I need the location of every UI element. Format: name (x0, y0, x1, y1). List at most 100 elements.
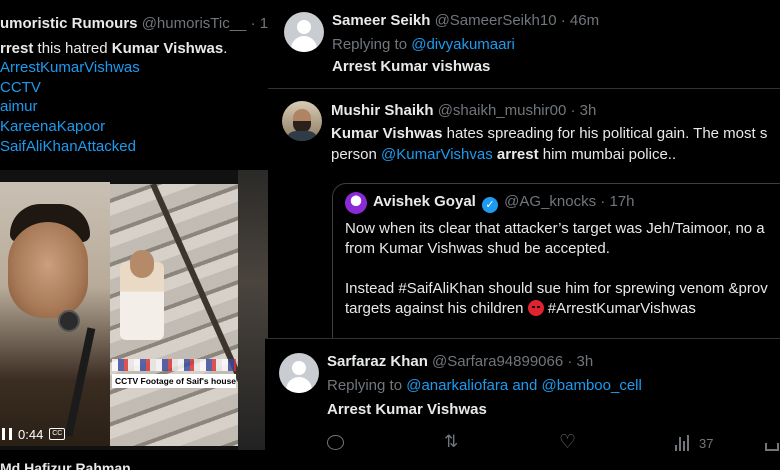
tweet-sameer[interactable]: Sameer Seikh @SameerSeikh10 · 46m Replyi… (268, 0, 780, 86)
text-bold: arrest (492, 146, 539, 163)
video-side-frame (238, 170, 268, 450)
speaker-video-frame (0, 182, 110, 446)
reply-icon (327, 435, 344, 450)
mention-link[interactable]: @anarkaliofara (406, 377, 508, 394)
cctv-caption: CCTV Footage of Saif's house (112, 374, 236, 388)
hashtag-text[interactable]: #ArrestKumarVishwas (544, 300, 696, 317)
author-handle[interactable]: @SameerSeikh10 (435, 12, 557, 29)
avatar[interactable] (282, 101, 322, 141)
text-part: him mumbai police.. (538, 146, 677, 163)
retweet-icon (443, 432, 461, 453)
mention-link[interactable]: @divyakumaari (411, 36, 515, 53)
like-button[interactable] (559, 431, 577, 453)
avatar-head (292, 361, 306, 375)
text-part: hates spreading for his political gain. … (442, 125, 768, 142)
left-time[interactable]: 1h (260, 15, 268, 32)
quoted-text-line: targets against his children #ArrestKuma… (345, 300, 696, 317)
avatar[interactable] (284, 12, 324, 52)
avatar-body (286, 377, 312, 393)
separator: · (600, 193, 606, 210)
tweet-text: Arrest Kumar vishwas (332, 58, 491, 75)
views-icon (675, 435, 693, 451)
timestamp[interactable]: 3h (577, 353, 594, 370)
hashtag-link[interactable]: KareenaKapoor (0, 118, 105, 135)
tweet-text: Arrest Kumar Vishwas (327, 401, 487, 418)
author-handle[interactable]: @Sarfara94899066 (432, 353, 563, 370)
avatar-body (291, 36, 317, 52)
avatar-head (297, 20, 311, 34)
mention-link[interactable]: @KumarVishvas (381, 146, 493, 163)
replying-label: Replying to (332, 36, 408, 53)
author-name[interactable]: Sameer Seikh (332, 12, 430, 29)
left-tweet-text: rrest this hatred Kumar Vishwas. (0, 40, 227, 57)
timestamp[interactable]: 46m (570, 12, 599, 29)
replying-label: Replying to (327, 377, 403, 394)
quoted-tweet[interactable]: Avishek Goyal ✓ @AG_knocks · 17h Now whe… (332, 183, 780, 338)
views-count: 37 (699, 435, 714, 451)
microphone-icon (58, 310, 80, 332)
avatar[interactable] (279, 353, 319, 393)
next-tweet-author[interactable]: Md Hafizur Rahman (0, 460, 131, 470)
quoted-author-handle[interactable]: @AG_knocks (504, 193, 596, 210)
left-sep: · (250, 15, 256, 32)
hashtag-link[interactable]: aimur (0, 98, 38, 115)
quoted-text-line: Now when its clear that attacker’s targe… (345, 220, 765, 237)
pause-icon[interactable] (2, 428, 12, 440)
quoted-text-line: Instead #SaifAliKhan should sue him for … (345, 280, 768, 297)
left-text-part: Kumar Vishwas (111, 40, 224, 57)
quoted-header: Avishek Goyal ✓ @AG_knocks · 17h (373, 193, 634, 213)
mention-link[interactable]: @bamboo_cell (542, 377, 642, 394)
replying-to: Replying to @anarkaliofara and @bamboo_c… (327, 377, 642, 394)
separator: · (560, 12, 566, 29)
left-text-part: this hatred (33, 40, 112, 57)
author-name[interactable]: Sarfaraz Khan (327, 353, 428, 370)
news-ticker-strip (112, 359, 236, 371)
quoted-author-name[interactable]: Avishek Goyal (373, 193, 476, 210)
hashtag-link[interactable]: CCTV (0, 79, 41, 96)
quoted-avatar[interactable] (345, 192, 367, 214)
replying-and: and (508, 377, 542, 394)
speaker-face (8, 222, 88, 318)
tweet-text-line-2: person @KumarVishvas arrest him mumbai p… (331, 146, 676, 163)
retweet-button[interactable] (443, 432, 461, 453)
angry-face-emoji-icon (527, 300, 544, 316)
left-author-handle[interactable]: @humorisTic__ (142, 15, 247, 32)
left-tweet-panel: umoristic Rumours @humorisTic__ · 1h rre… (0, 0, 268, 470)
video-controls: 0:44 CC (0, 422, 110, 446)
tweet-sarfaraz[interactable]: Sarfaraz Khan @Sarfara94899066 · 3h Repl… (265, 338, 780, 470)
author-name[interactable]: Mushir Shaikh (331, 102, 434, 119)
quoted-timestamp[interactable]: 17h (609, 193, 634, 210)
tweet-header: Sameer Seikh @SameerSeikh10 · 46m (332, 12, 599, 29)
reply-button[interactable] (327, 435, 344, 450)
verified-badge-icon: ✓ (482, 197, 498, 213)
quoted-text-line: from Kumar Vishwas shud be accepted. (345, 240, 610, 257)
left-text-part: . (223, 40, 228, 57)
person-head (130, 250, 154, 278)
tweet-header: Mushir Shaikh @shaikh_mushir00 · 3h (331, 102, 596, 119)
left-text-part: rrest (0, 40, 34, 57)
separator: · (570, 102, 576, 119)
share-icon (765, 443, 779, 451)
text-part: targets against his children (345, 300, 524, 317)
separator: · (567, 353, 573, 370)
left-author-name[interactable]: umoristic Rumours (0, 15, 138, 32)
hashtag-link[interactable]: ArrestKumarVishwas (0, 59, 140, 76)
author-handle[interactable]: @shaikh_mushir00 (438, 102, 567, 119)
tweet-text-line-1: Kumar Vishwas hates spreading for his po… (331, 125, 767, 142)
text-part: person (331, 146, 382, 163)
share-button[interactable] (765, 435, 779, 451)
views-button[interactable]: 37 (675, 435, 713, 451)
replying-to: Replying to @divyakumaari (332, 36, 515, 53)
timestamp[interactable]: 3h (580, 102, 597, 119)
left-tweet-header: umoristic Rumours @humorisTic__ · 1h (0, 15, 268, 32)
microphone-stand (64, 327, 96, 437)
hashtag-link[interactable]: SaifAliKhanAttacked (0, 138, 136, 155)
tweet-header: Sarfaraz Khan @Sarfara94899066 · 3h (327, 353, 593, 370)
text-bold: Kumar Vishwas (331, 125, 443, 142)
cctv-image: CCTV Footage of Saif's house (110, 184, 238, 446)
captions-icon[interactable]: CC (49, 428, 66, 440)
like-icon (559, 431, 577, 453)
tweet-mushir[interactable]: Mushir Shaikh @shaikh_mushir00 · 3h Kuma… (268, 88, 780, 338)
video-player[interactable]: CCTV Footage of Saif's house 0:44 CC (0, 170, 268, 450)
avatar-shirt (286, 131, 318, 141)
